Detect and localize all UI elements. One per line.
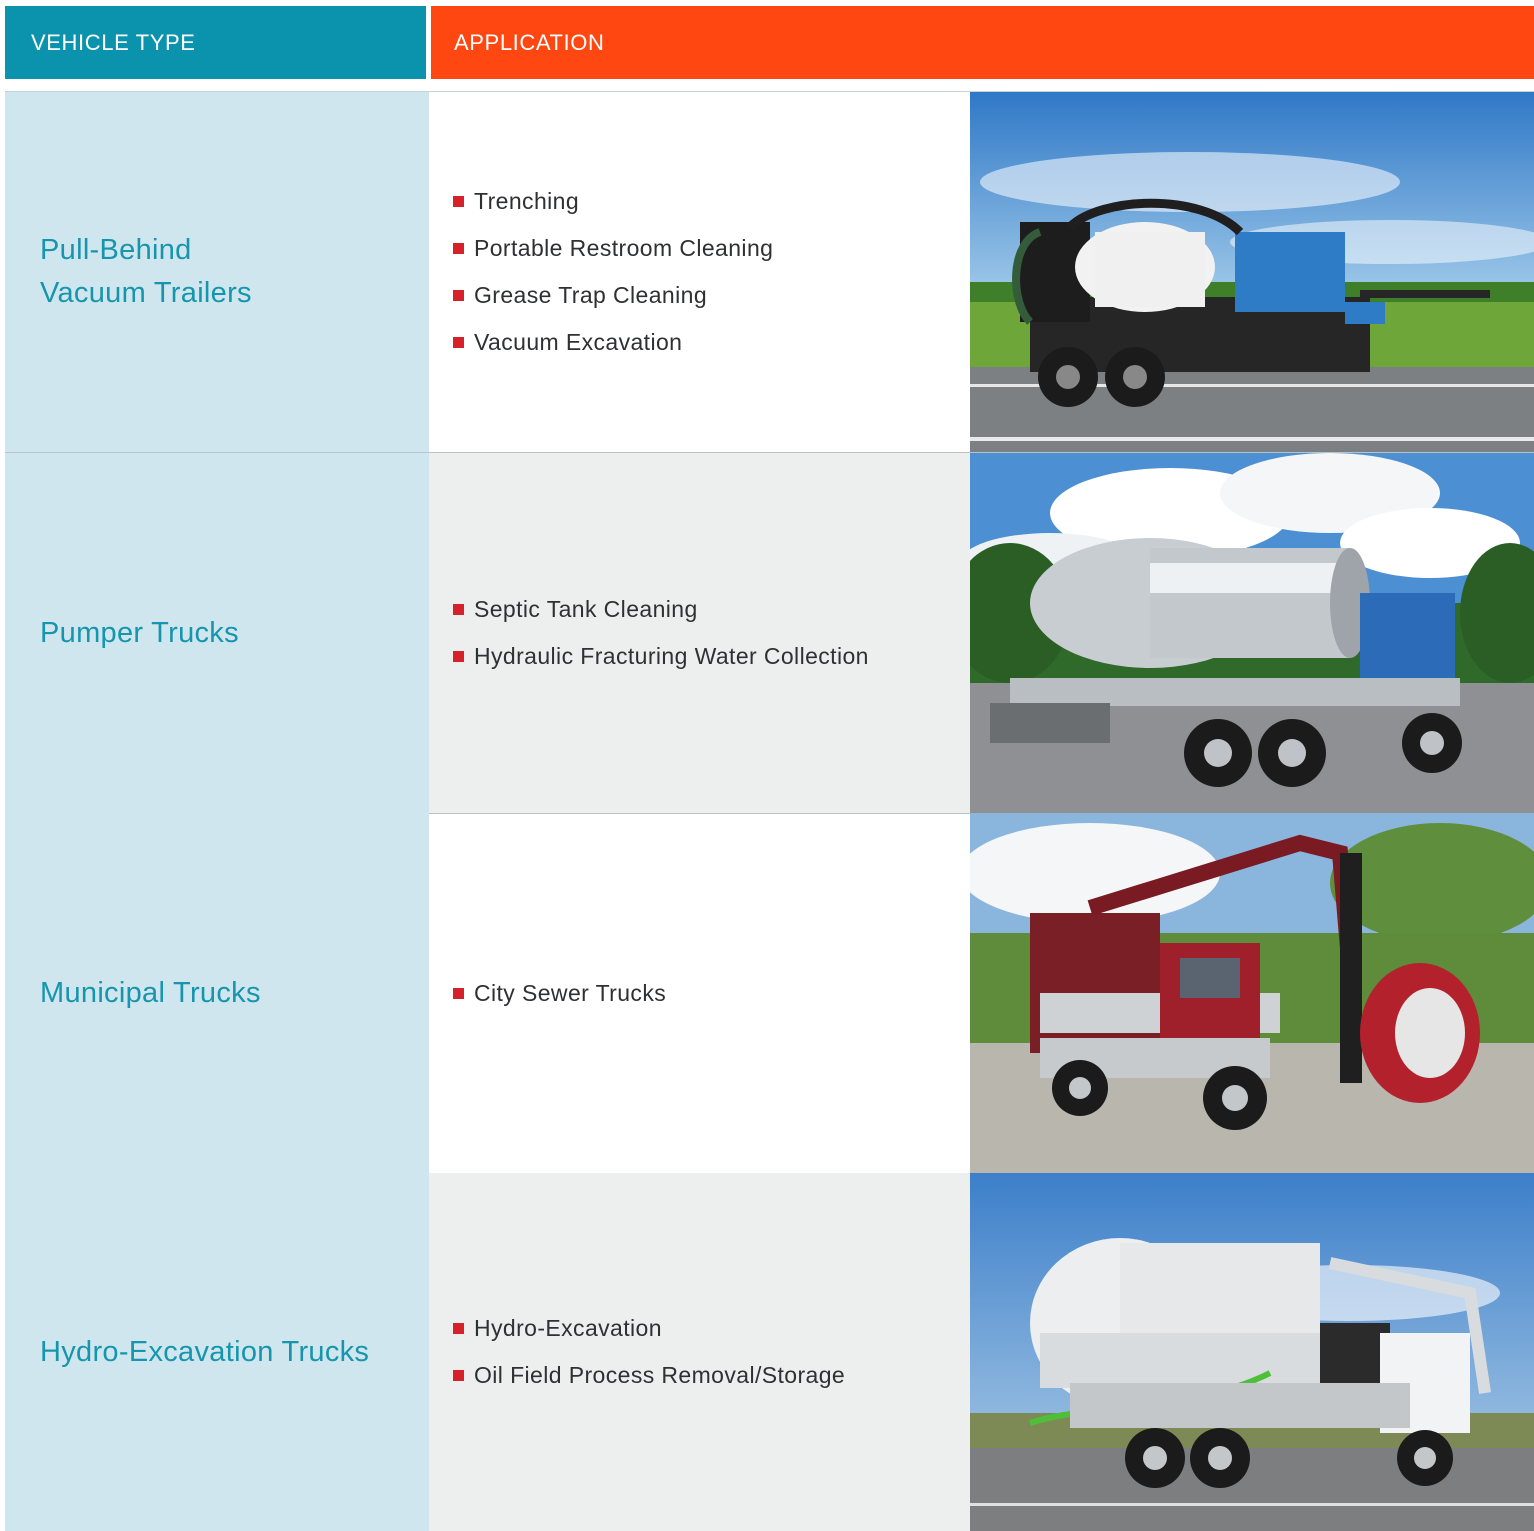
vehicle-type-header: VEHICLE TYPE [5, 6, 426, 79]
vehicle-type-label: Pull-Behind Vacuum Trailers [40, 234, 252, 309]
application-list: Hydro-Excavation Oil Field Process Remov… [429, 1305, 845, 1399]
vehicle-type-cell: Pumper Trucks [5, 453, 429, 813]
application-cell: Hydro-Excavation Oil Field Process Remov… [429, 1173, 970, 1531]
application-header-label: APPLICATION [454, 29, 605, 55]
red-square-bullet-icon [453, 243, 464, 254]
table-row-municipal-trucks: Municipal Trucks City Sewer Trucks [5, 813, 1534, 1173]
vehicle-type-label: Municipal Trucks [40, 976, 261, 1009]
white-hydro-excavation-truck-photo [970, 1173, 1534, 1531]
red-municipal-sewer-truck-photo [970, 813, 1534, 1173]
application-cell: Septic Tank Cleaning Hydraulic Fracturin… [429, 453, 970, 813]
application-item: Portable Restroom Cleaning [453, 225, 773, 272]
vehicle-type-label: Pumper Trucks [40, 616, 239, 649]
vehicle-type-label: Hydro-Excavation Trucks [40, 1335, 370, 1368]
red-square-bullet-icon [453, 1370, 464, 1381]
red-square-bullet-icon [453, 651, 464, 662]
application-item: Septic Tank Cleaning [453, 586, 869, 633]
application-item: Trenching [453, 178, 773, 225]
application-item: City Sewer Trucks [453, 970, 666, 1017]
table-row-pumper-trucks: Pumper Trucks Septic Tank Cleaning Hydra… [5, 453, 1534, 813]
red-square-bullet-icon [453, 604, 464, 615]
table-row-hydro-excavation-trucks: Hydro-Excavation Trucks Hydro-Excavation… [5, 1173, 1534, 1531]
application-item: Hydro-Excavation [453, 1305, 845, 1352]
chrome-pumper-truck-photo [970, 453, 1534, 813]
red-square-bullet-icon [453, 337, 464, 348]
application-list: City Sewer Trucks [429, 970, 666, 1017]
application-item: Hydraulic Fracturing Water Collection [453, 633, 869, 680]
application-item: Grease Trap Cleaning [453, 272, 773, 319]
application-item: Oil Field Process Removal/Storage [453, 1352, 845, 1399]
application-item: Vacuum Excavation [453, 319, 773, 366]
red-square-bullet-icon [453, 196, 464, 207]
red-square-bullet-icon [453, 987, 464, 999]
application-header: APPLICATION [431, 6, 1534, 79]
red-square-bullet-icon [453, 290, 464, 301]
table-row-vacuum-trailers: Pull-Behind Vacuum Trailers Trenching Po… [5, 92, 1534, 452]
vehicle-type-header-label: VEHICLE TYPE [31, 29, 196, 55]
red-square-bullet-icon [453, 1323, 464, 1334]
blue-vacuum-trailer-photo [970, 92, 1534, 452]
application-list: Septic Tank Cleaning Hydraulic Fracturin… [429, 586, 869, 680]
application-cell: Trenching Portable Restroom Cleaning Gre… [429, 92, 970, 452]
application-cell: City Sewer Trucks [429, 813, 970, 1173]
application-list: Trenching Portable Restroom Cleaning Gre… [429, 178, 773, 366]
vehicle-type-cell: Municipal Trucks [5, 813, 429, 1173]
vehicle-type-cell: Pull-Behind Vacuum Trailers [5, 92, 429, 452]
vehicle-type-cell: Hydro-Excavation Trucks [5, 1173, 429, 1531]
